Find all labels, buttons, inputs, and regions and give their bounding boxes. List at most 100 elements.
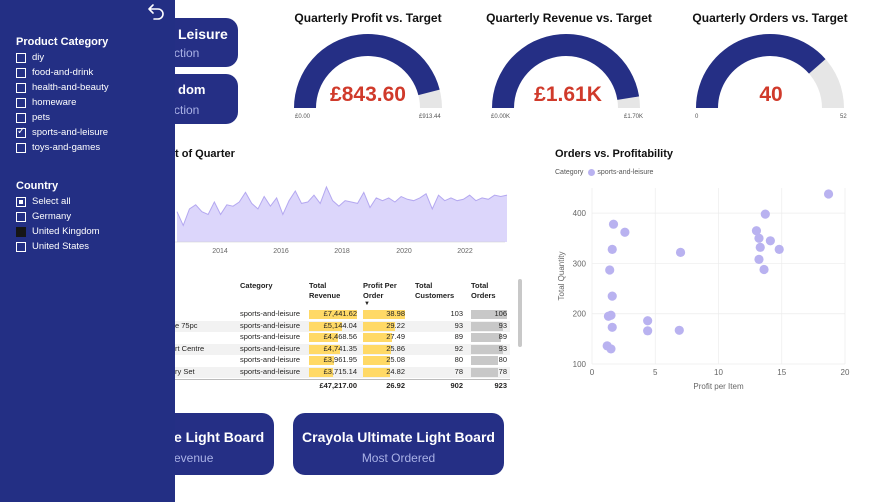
country-option[interactable]: United Kingdom — [16, 225, 100, 238]
category-option[interactable]: health-and-beauty — [16, 81, 109, 94]
table-row[interactable]: rt Centre sports-and-leisure £4,741.35 25.8… — [175, 343, 510, 355]
scatter-point[interactable] — [643, 326, 653, 336]
scatter-point[interactable] — [755, 242, 765, 252]
most-ordered-subtitle: Most Ordered — [361, 451, 436, 465]
total-revenue: £47,217.00 — [319, 381, 357, 390]
y-tick-label: 300 — [573, 259, 587, 268]
header-profit-per-order[interactable]: Profit Per Order — [363, 281, 405, 301]
scatter-legend-label: Category — [555, 169, 584, 176]
orders-cell: 80 — [498, 355, 507, 365]
category-option-label: pets — [32, 112, 50, 123]
most-ordered-card[interactable]: Crayola Ultimate Light Board Most Ordere… — [293, 413, 504, 475]
y-tick-label: 400 — [573, 209, 587, 218]
scatter-point[interactable] — [608, 219, 619, 229]
country-option[interactable]: Select all — [16, 195, 71, 208]
scatter-point[interactable] — [603, 311, 614, 321]
ppo-cell: 27.49 — [386, 332, 405, 342]
revenue-product-title: e Light Board — [174, 429, 265, 445]
category-option[interactable]: homeware — [16, 96, 76, 109]
scatter-point[interactable] — [774, 244, 784, 254]
scatter-point[interactable] — [823, 189, 834, 199]
x-tick-label: 2014 — [212, 248, 228, 255]
area-fill — [177, 186, 507, 242]
country-option-label: Germany — [32, 211, 72, 222]
checkbox-icon[interactable] — [16, 142, 26, 153]
checkbox-icon[interactable] — [16, 97, 26, 108]
checkbox-icon[interactable] — [16, 126, 26, 138]
country-option[interactable]: Germany — [16, 210, 71, 223]
category-cell: sports-and-leisure — [240, 343, 301, 353]
category-cell: sports-and-leisure — [240, 367, 301, 376]
checkbox-icon[interactable] — [16, 67, 26, 78]
leisure-card-subtitle: ction — [174, 46, 200, 60]
category-option[interactable]: sports-and-leisure — [16, 126, 108, 139]
category-cell: sports-and-leisure — [240, 355, 301, 365]
scatter-point[interactable] — [607, 322, 617, 332]
category-option[interactable]: pets — [16, 111, 50, 124]
customers-cell: 89 — [454, 332, 463, 342]
table-row[interactable]: e 75pc sports-and-leisure £5,144.04 29.22 93… — [175, 320, 510, 332]
ppo-cell: 25.08 — [386, 355, 405, 365]
checkbox-icon[interactable] — [16, 211, 26, 222]
profit-gauge-title: Quarterly Profit vs. Target — [294, 11, 442, 25]
checkbox-icon[interactable] — [16, 82, 26, 93]
scatter-chart: 0 5 10 15 20 100 200 300 400 Profit per Item Total… — [557, 188, 850, 391]
scatter-point[interactable] — [675, 247, 686, 257]
table-row[interactable]: ry Set sports-and-leisure £3,715.14 24.82 78… — [175, 367, 510, 378]
back-arrow-icon[interactable] — [144, 0, 168, 24]
category-option[interactable]: diy — [16, 51, 44, 64]
total-ppo: 26.92 — [386, 381, 405, 390]
category-option[interactable]: food-and-drink — [16, 66, 93, 79]
checkbox-icon[interactable] — [16, 112, 26, 123]
scatter-point[interactable] — [607, 244, 617, 254]
country-option[interactable]: United States — [16, 240, 89, 253]
kingdom-card-title: dom — [178, 82, 206, 97]
scatter-point[interactable] — [606, 344, 616, 354]
x-tick-label: 2022 — [457, 248, 473, 255]
product-name-cell — [175, 332, 235, 342]
ppo-cell: 38.98 — [386, 309, 405, 318]
scatter-point[interactable] — [760, 209, 770, 219]
orders-cell: 93 — [498, 320, 507, 330]
scatter-legend: Category sports-and-leisure — [555, 169, 653, 176]
scatter-point[interactable] — [643, 316, 653, 326]
scatter-point[interactable] — [765, 236, 775, 246]
category-option[interactable]: toys-and-games — [16, 141, 100, 154]
scatter-point[interactable] — [674, 325, 684, 335]
scatter-point[interactable] — [754, 233, 764, 243]
checkbox-icon[interactable] — [16, 196, 26, 207]
header-total-customers[interactable]: Total Customers — [415, 281, 463, 301]
table-row[interactable]: sports-and-leisure £4,468.56 27.49 89 89 — [175, 332, 510, 343]
table-row[interactable]: sports-and-leisure £7,441.62 38.98 103 106 — [175, 309, 510, 320]
scatter-point[interactable] — [605, 265, 615, 275]
header-category[interactable]: Category — [240, 281, 273, 291]
total-orders: 923 — [494, 381, 507, 390]
header-total-revenue[interactable]: Total Revenue — [309, 281, 351, 301]
profit-gauge-max: £913.44 — [419, 114, 441, 120]
checkbox-icon[interactable] — [16, 226, 26, 237]
revenue-cell: £3,715.14 — [323, 367, 357, 376]
customers-cell: 78 — [454, 367, 463, 376]
header-total-orders[interactable]: Total Orders — [471, 281, 507, 301]
revenue-cell: £5,144.04 — [323, 320, 357, 330]
scatter-point[interactable] — [607, 291, 617, 301]
ppo-cell: 24.82 — [386, 367, 405, 376]
y-axis-title: Total Quantity — [557, 252, 566, 301]
x-axis-title: Profit per Item — [693, 382, 744, 391]
revenue-gauge-title: Quarterly Revenue vs. Target — [486, 11, 652, 25]
country-option-label: Select all — [32, 196, 71, 207]
country-option-label: United States — [32, 241, 90, 252]
table-scrollbar[interactable] — [518, 279, 522, 347]
scatter-point[interactable] — [620, 227, 630, 237]
revenue-gauge-max: £1.70K — [624, 114, 644, 120]
scatter-point[interactable] — [759, 264, 769, 275]
scatter-title: Orders vs. Profitability — [555, 148, 673, 160]
scatter-point[interactable] — [754, 254, 764, 265]
product-name-cell: e 75pc — [175, 320, 198, 330]
checkbox-icon[interactable] — [16, 241, 26, 252]
category-option-label: health-and-beauty — [32, 82, 109, 93]
country-option-label: United Kingdom — [32, 226, 100, 237]
table-row[interactable]: sports-and-leisure £3,961.95 25.08 80 80 — [175, 355, 510, 366]
checkbox-icon[interactable] — [16, 52, 26, 63]
sort-desc-icon[interactable]: ▼ — [364, 301, 370, 307]
